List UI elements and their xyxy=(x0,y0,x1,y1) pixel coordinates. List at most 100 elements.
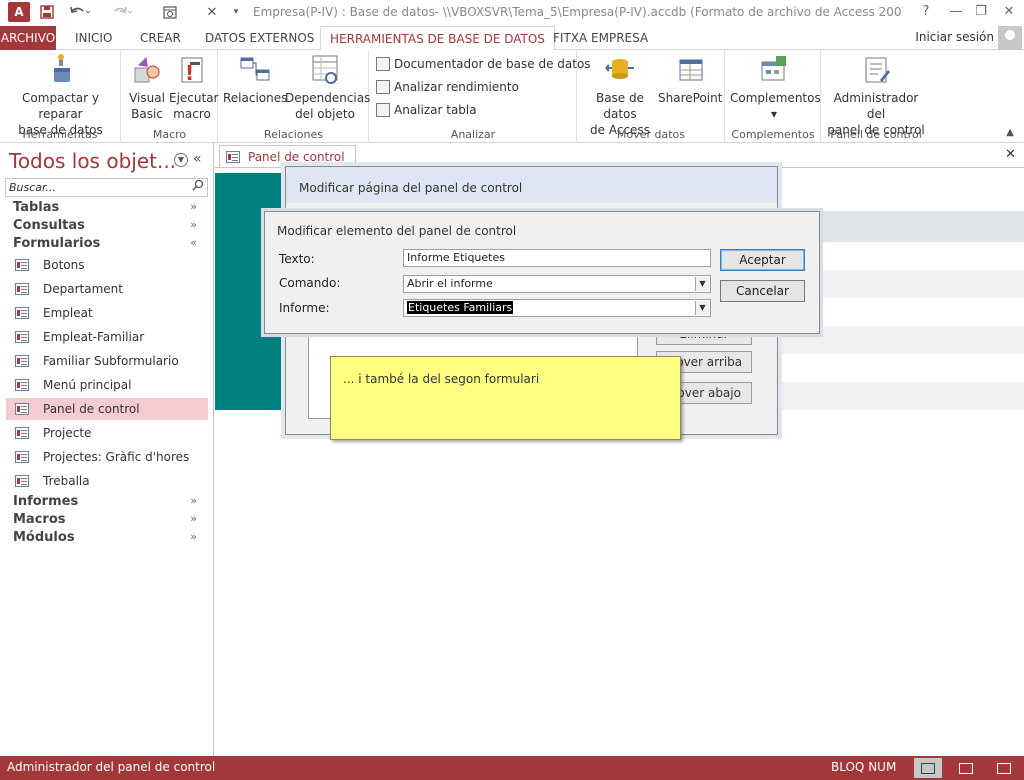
nav-item-menu-principal[interactable]: Menú principal xyxy=(6,374,208,396)
accept-button[interactable]: Aceptar xyxy=(720,249,805,271)
access-db-button[interactable]: Base de datos de Access xyxy=(582,54,658,138)
customize-qat-icon[interactable] xyxy=(160,3,180,21)
close-x-icon[interactable]: ✕ xyxy=(203,3,221,21)
qat-dropdown-icon[interactable]: ▾ xyxy=(228,3,244,21)
documentador-button[interactable]: Documentador de base de datos xyxy=(376,54,591,74)
group-mover-datos: Base de datos de Access SharePoint Mover… xyxy=(578,50,725,143)
nav-item-label: Panel de control xyxy=(43,402,140,416)
compact-label-1: Compactar y reparar xyxy=(22,91,99,121)
analizar-tabla-label: Analizar tabla xyxy=(394,103,477,117)
run-macro-label-1: Ejecutar xyxy=(169,91,219,105)
group-label-mover-datos: Mover datos xyxy=(616,128,685,141)
group-label-herramientas: Herramientas xyxy=(22,128,98,141)
nav-item-panel-de-control[interactable]: Panel de control xyxy=(6,398,208,420)
nav-group-consultas[interactable]: Consultas » xyxy=(13,218,203,233)
switchboard-manager-button[interactable]: Administrador del panel de control xyxy=(824,54,928,138)
tab-herramientas[interactable]: HERRAMIENTAS DE BASE DE DATOS xyxy=(320,26,555,51)
redo-icon[interactable] xyxy=(108,3,136,21)
window-title: Empresa(P-IV) : Base de datos- \\VBOXSVR… xyxy=(253,5,903,19)
relaciones-label: Relaciones xyxy=(223,91,288,105)
nav-item-label: Treballa xyxy=(43,474,90,488)
nav-item-projectes-grafic[interactable]: Projectes: Gràfic d'hores xyxy=(6,446,208,468)
tab-datos-externos[interactable]: DATOS EXTERNOS xyxy=(196,26,323,50)
form-icon xyxy=(15,355,29,367)
tab-crear[interactable]: CREAR xyxy=(131,26,190,50)
nav-group-tablas[interactable]: Tablas » xyxy=(13,200,203,215)
collapse-ribbon-icon[interactable]: ▲ xyxy=(1006,127,1014,138)
visual-basic-button[interactable]: Visual Basic xyxy=(126,54,168,122)
nav-item-treballa[interactable]: Treballa xyxy=(6,470,208,492)
nav-group-macros[interactable]: Macros » xyxy=(13,512,203,527)
nav-group-label: Tablas xyxy=(13,200,60,215)
numlock-indicator: BLOQ NUM xyxy=(831,760,897,774)
analizar-rendimiento-button[interactable]: Analizar rendimiento xyxy=(376,77,519,97)
nav-group-informes[interactable]: Informes » xyxy=(13,494,203,509)
nav-pane-title[interactable]: Todos los objet... xyxy=(9,149,176,173)
complementos-button[interactable]: Complementos ▾ xyxy=(730,54,821,122)
sharepoint-label: SharePoint xyxy=(658,91,723,105)
nav-search-input[interactable]: Buscar... xyxy=(5,178,208,197)
ribbon-tab-bar: ARCHIVO INICIO CREAR DATOS EXTERNOS HERR… xyxy=(0,26,1024,51)
chevron-down-icon[interactable]: ▼ xyxy=(695,277,709,291)
informe-select[interactable]: Etiquetes Familiars ▼ xyxy=(403,299,711,317)
close-document-icon[interactable]: ✕ xyxy=(1005,147,1016,162)
design-view-icon[interactable] xyxy=(990,758,1018,778)
nav-collapse-icon[interactable]: « xyxy=(193,151,202,167)
complementos-label: Complementos xyxy=(730,91,821,105)
run-macro-button[interactable]: ! Ejecutar macro xyxy=(169,54,219,122)
nav-item-empleat-familiar[interactable]: Empleat-Familiar xyxy=(6,326,208,348)
nav-item-projecte[interactable]: Projecte xyxy=(6,422,208,444)
nav-group-label: Formularios xyxy=(13,236,101,251)
relationships-icon xyxy=(239,54,271,86)
document-tab-panel-de-control[interactable]: Panel de control xyxy=(219,145,356,167)
signin-link[interactable]: Iniciar sesión xyxy=(915,30,994,44)
visual-basic-icon xyxy=(131,54,163,86)
datasheet-view-icon[interactable] xyxy=(952,758,980,778)
form-icon xyxy=(15,379,29,391)
compact-repair-button[interactable]: Compactar y reparar base de datos xyxy=(4,54,117,138)
help-button[interactable]: ? xyxy=(913,2,939,22)
navigation-pane: Todos los objet... ▼ « Buscar... Tablas »… xyxy=(0,143,214,756)
texto-field[interactable]: Informe Etiquetes xyxy=(403,249,711,267)
dependencias-button[interactable]: Dependencias del objeto xyxy=(285,54,371,122)
dialog-title: Modificar elemento del panel de control xyxy=(277,224,517,238)
restore-button[interactable]: ❐ xyxy=(968,2,994,22)
nav-item-label: Departament xyxy=(43,282,123,296)
switchboard-manager-icon xyxy=(860,54,892,86)
form-view-icon[interactable] xyxy=(914,758,942,778)
ribbon: Compactar y reparar base de datos Herram… xyxy=(0,50,1024,143)
vb-label-1: Visual xyxy=(129,91,165,105)
form-icon xyxy=(15,331,29,343)
analizar-tabla-button[interactable]: Analizar tabla xyxy=(376,100,477,120)
access-database-icon xyxy=(604,54,636,86)
group-label-relaciones: Relaciones xyxy=(263,128,324,141)
nav-item-departament[interactable]: Departament xyxy=(6,278,208,300)
nav-item-empleat[interactable]: Empleat xyxy=(6,302,208,324)
tab-archivo[interactable]: ARCHIVO xyxy=(0,26,56,50)
comando-select[interactable]: Abrir el informe ▼ xyxy=(403,275,711,293)
nav-group-formularios[interactable]: Formularios « xyxy=(13,236,203,251)
form-icon xyxy=(15,307,29,319)
nav-menu-dropdown-icon[interactable]: ▼ xyxy=(174,153,188,167)
tab-inicio[interactable]: INICIO xyxy=(66,26,121,50)
performance-icon xyxy=(376,80,390,94)
cancel-button[interactable]: Cancelar xyxy=(720,280,805,302)
nav-item-familiar-subformulario[interactable]: Familiar Subformulario xyxy=(6,350,208,372)
relaciones-button[interactable]: Relaciones xyxy=(223,54,287,106)
dependencias-label-1: Dependencias xyxy=(285,91,371,105)
save-icon[interactable] xyxy=(38,3,56,21)
nav-item-label: Projecte xyxy=(43,426,92,440)
nav-group-modulos[interactable]: Módulos » xyxy=(13,530,203,545)
nav-item-label: Familiar Subformulario xyxy=(43,354,179,368)
search-icon[interactable] xyxy=(188,179,207,196)
avatar[interactable] xyxy=(998,26,1022,50)
chevron-down-icon[interactable]: ▼ xyxy=(695,301,709,315)
expand-chevron-icon: » xyxy=(190,200,197,213)
undo-icon[interactable] xyxy=(66,3,94,21)
sharepoint-button[interactable]: SharePoint xyxy=(658,54,722,106)
nav-group-label: Módulos xyxy=(13,530,75,545)
nav-item-botons[interactable]: Botons xyxy=(6,254,208,276)
minimize-button[interactable]: — xyxy=(943,2,969,22)
tab-fitxa-empresa[interactable]: FITXA EMPRESA xyxy=(544,26,657,50)
close-button[interactable]: ✕ xyxy=(996,2,1022,22)
